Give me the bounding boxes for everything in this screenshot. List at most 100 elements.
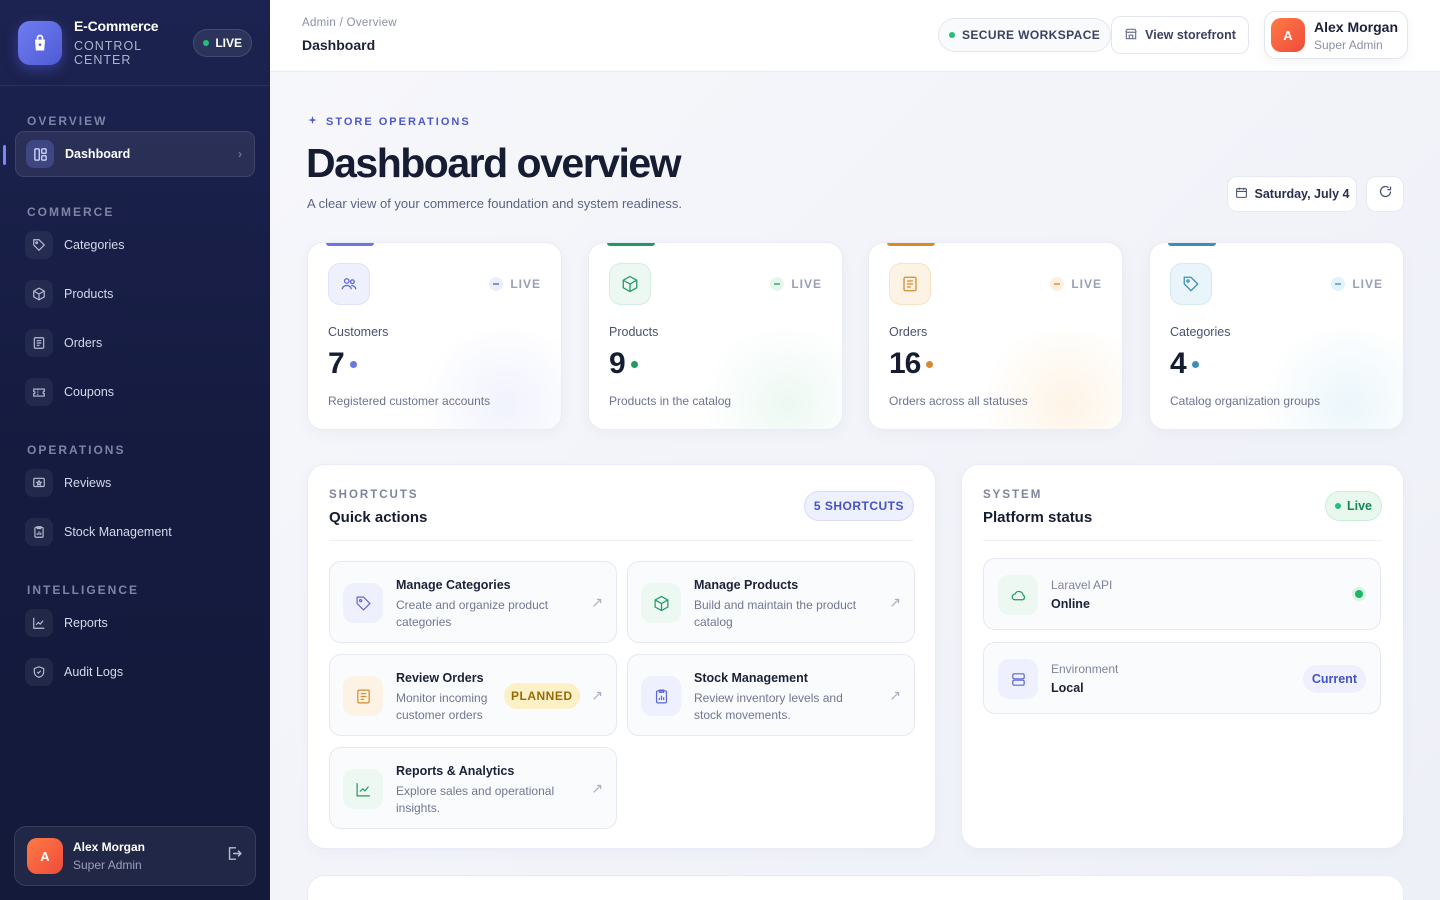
nav-heading: INTELLIGENCE	[27, 583, 140, 597]
sidebar-item-coupons[interactable]: Coupons	[15, 369, 255, 415]
live-indicator: LIVE	[770, 277, 822, 291]
divider	[983, 540, 1382, 541]
value-dot-icon	[1191, 360, 1199, 368]
user-name: Alex Morgan	[1314, 18, 1399, 35]
arrow-up-right-icon: ↗	[889, 594, 901, 610]
sidebar-item-categories[interactable]: Categories	[15, 222, 255, 268]
stat-glow	[692, 329, 842, 429]
nav-heading: COMMERCE	[27, 205, 115, 219]
line-chart-icon	[25, 609, 53, 637]
view-storefront-button[interactable]: View storefront	[1111, 16, 1249, 54]
sidebar-item-label: Categories	[64, 238, 125, 252]
brand: E-Commerce CONTROL CENTER LIVE	[0, 0, 270, 86]
shortcut-title: Review Orders	[396, 671, 484, 685]
refresh-button[interactable]	[1366, 176, 1404, 212]
date-button[interactable]: Saturday, July 4	[1227, 176, 1357, 212]
status-label: Environment	[1051, 662, 1119, 676]
live-indicator: LIVE	[1331, 277, 1383, 291]
arrow-up-right-icon: ↗	[889, 687, 901, 703]
sidebar-item-reports[interactable]: Reports	[15, 600, 255, 646]
shortcut-description: Explore sales and operational insights.	[396, 784, 555, 815]
minus-icon	[1331, 277, 1346, 291]
stat-card-products: LIVE Products 9 Products in the catalog	[588, 242, 843, 430]
sidebar-item-orders[interactable]: Orders	[15, 320, 255, 366]
sidebar-item-stock-management[interactable]: Stock Management	[15, 509, 255, 555]
stat-value: 7	[328, 347, 357, 381]
sidebar-item-dashboard[interactable]: Dashboard ›	[3, 131, 255, 177]
brand-subtitle: CONTROL CENTER	[74, 39, 142, 67]
main-content: STORE OPERATIONS Dashboard overview A cl…	[270, 72, 1440, 900]
logout-icon[interactable]	[226, 845, 243, 867]
avatar: A	[1271, 18, 1305, 52]
arrow-up-right-icon: ↗	[591, 687, 603, 703]
shortcut-stock-management[interactable]: Stock Management Review inventory levels…	[627, 654, 915, 736]
panel-kicker: SHORTCUTS	[329, 489, 419, 501]
stat-label: Products	[609, 325, 659, 339]
box-icon	[609, 263, 651, 305]
shortcut-reports-analytics[interactable]: Reports & Analytics Explore sales and op…	[329, 747, 617, 829]
receipt-icon	[889, 263, 931, 305]
topbar: Admin / Overview Dashboard SECURE WORKSP…	[270, 0, 1440, 72]
stat-accent	[887, 243, 935, 246]
arrow-up-right-icon: ↗	[591, 780, 603, 796]
cloud-icon	[998, 575, 1038, 615]
stat-label: Orders	[889, 325, 928, 339]
user-menu[interactable]: A Alex Morgan Super Admin	[1264, 11, 1408, 59]
shortcut-title: Manage Products	[694, 578, 799, 592]
stat-glow	[411, 329, 561, 429]
clipboard-chart-icon	[25, 518, 53, 546]
platform-status-panel: SYSTEM Platform status Live Laravel API …	[961, 464, 1404, 849]
live-dot-icon	[203, 39, 210, 46]
stat-card-customers: LIVE Customers 7 Registered customer acc…	[307, 242, 562, 430]
stat-accent	[1168, 243, 1216, 246]
sidebar-item-reviews[interactable]: Reviews	[15, 460, 255, 506]
stat-card-orders: LIVE Orders 16 Orders across all statuse…	[868, 242, 1123, 430]
panel-title: Quick actions	[329, 509, 428, 526]
stat-value: 4	[1170, 347, 1199, 381]
sidebar-item-label: Audit Logs	[64, 665, 124, 679]
shortcut-manage-products[interactable]: Manage Products Build and maintain the p…	[627, 561, 915, 643]
shortcut-description: Create and organize product categories	[396, 598, 549, 629]
receipt-icon	[25, 329, 53, 357]
status-label: Laravel API	[1051, 578, 1113, 592]
stat-description: Registered customer accounts	[328, 394, 491, 408]
dashboard-grid-icon	[26, 140, 54, 168]
shopping-bag-icon[interactable]	[18, 20, 62, 65]
nav-section-commerce: COMMERCE Categories Products Orders Coup…	[0, 189, 270, 415]
sidebar-item-label: Products	[64, 287, 114, 301]
shortcut-description: Build and maintain the product catalog	[694, 598, 857, 629]
planned-badge: PLANNED	[504, 683, 580, 709]
chevron-right-icon: ›	[238, 147, 242, 161]
sidebar-item-products[interactable]: Products	[15, 271, 255, 317]
secure-workspace-badge: SECURE WORKSPACE	[938, 18, 1112, 52]
stat-card-categories: LIVE Categories 4 Catalog organization g…	[1149, 242, 1404, 430]
user-role: Super Admin	[73, 858, 142, 872]
review-shield-icon	[25, 469, 53, 497]
shortcut-title: Stock Management	[694, 671, 808, 685]
nav-heading: OVERVIEW	[27, 114, 108, 128]
server-icon	[998, 659, 1038, 699]
shortcut-review-orders[interactable]: Review Orders Monitor incoming customer …	[329, 654, 617, 736]
live-dot-icon	[1334, 503, 1341, 509]
nav-section-operations: OPERATIONS Reviews Stock Management	[0, 427, 270, 555]
sparkle-icon	[307, 115, 318, 129]
nav-section-overview: OVERVIEW Dashboard ›	[0, 98, 270, 177]
status-dot-icon	[949, 32, 955, 38]
shortcut-manage-categories[interactable]: Manage Categories Create and organize pr…	[329, 561, 617, 643]
shortcut-description: Monitor incoming customer orders	[396, 691, 488, 722]
status-value: Online	[1051, 597, 1090, 611]
tag-icon	[343, 583, 383, 623]
shortcut-count-badge: 5 SHORTCUTS	[803, 491, 914, 521]
sidebar-item-label: Reviews	[64, 476, 112, 490]
stat-description: Catalog organization groups	[1170, 394, 1321, 408]
user-name: Alex Morgan	[73, 840, 146, 854]
stat-value: 9	[609, 347, 638, 381]
section-kicker: STORE OPERATIONS	[307, 115, 471, 129]
sidebar-item-audit-logs[interactable]: Audit Logs	[15, 649, 255, 695]
quick-actions-panel: SHORTCUTS Quick actions 5 SHORTCUTS Mana…	[307, 464, 936, 849]
shortcut-title: Manage Categories	[396, 578, 511, 592]
sidebar: E-Commerce CONTROL CENTER LIVE OVERVIEW …	[0, 0, 270, 900]
tag-icon	[25, 231, 53, 259]
stat-glow	[1253, 329, 1403, 429]
sidebar-item-label: Coupons	[64, 385, 115, 399]
